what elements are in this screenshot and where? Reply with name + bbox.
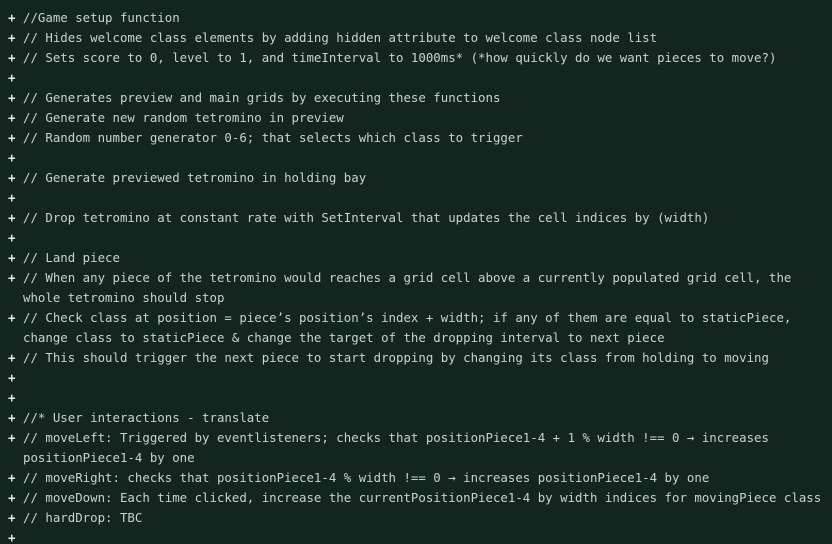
code-text: // hardDrop: TBC [23,510,143,525]
diff-line: + // Drop tetromino at constant rate with… [0,208,832,228]
diff-line: + // Random number generator 0-6; that se… [0,128,832,148]
diff-line: + [0,368,832,388]
diff-view: + //Game setup function + // Hides welcome … [0,0,832,544]
added-line-marker: + [8,150,16,165]
added-line-marker: + [8,350,16,365]
added-line-marker: + [8,390,16,405]
added-line-marker: + [8,110,16,125]
code-text: // This should trigger the next piece to… [23,350,769,365]
code-text: // moveRight: checks that positionPiece1… [23,470,710,485]
added-line-marker: + [8,170,16,185]
diff-line: + // Check class at position = piece’s po… [0,308,832,348]
diff-line: + // moveLeft: Triggered by eventlistener… [0,428,832,468]
added-line-marker: + [8,50,16,65]
diff-line: + // Generate previewed tetromino in hold… [0,168,832,188]
added-line-marker: + [8,10,16,25]
added-line-marker: + [8,370,16,385]
diff-line: + // hardDrop: TBC [0,508,832,528]
added-line-marker: + [8,30,16,45]
code-text: // Check class at position = piece’s pos… [23,310,799,345]
added-line-marker: + [8,430,16,445]
diff-line: + // moveDown: Each time clicked, increas… [0,488,832,508]
code-text: // moveDown: Each time clicked, increase… [23,490,822,505]
code-text: // Random number generator 0-6; that sel… [23,130,523,145]
added-line-marker: + [8,410,16,425]
added-line-marker: + [8,310,16,325]
added-line-marker: + [8,130,16,145]
diff-line: + // Hides welcome class elements by addi… [0,28,832,48]
code-text: // When any piece of the tetromino would… [23,270,799,305]
diff-line: + [0,528,832,544]
code-text: // Hides welcome class elements by addin… [23,30,658,45]
diff-line: + [0,68,832,88]
diff-line: + [0,228,832,248]
code-text: //Game setup function [23,10,180,25]
code-text: // Generates preview and main grids by e… [23,90,501,105]
code-text: // Drop tetromino at constant rate with … [23,210,710,225]
code-text: // Sets score to 0, level to 1, and time… [23,50,777,65]
diff-line: + // Land piece [0,248,832,268]
code-text: // moveLeft: Triggered by eventlisteners… [23,430,777,465]
diff-line: + [0,148,832,168]
code-text: // Land piece [23,250,120,265]
diff-line: + [0,388,832,408]
code-text: // Generate new random tetromino in prev… [23,110,344,125]
added-line-marker: + [8,210,16,225]
diff-line: + //Game setup function [0,8,832,28]
added-line-marker: + [8,250,16,265]
added-line-marker: + [8,230,16,245]
code-text: //* User interactions - translate [23,410,270,425]
diff-line: + // moveRight: checks that positionPiece… [0,468,832,488]
added-line-marker: + [8,530,16,544]
code-text: // Generate previewed tetromino in holdi… [23,170,367,185]
diff-line: + // Generates preview and main grids by … [0,88,832,108]
added-line-marker: + [8,190,16,205]
added-line-marker: + [8,270,16,285]
diff-line: + [0,188,832,208]
added-line-marker: + [8,70,16,85]
added-line-marker: + [8,470,16,485]
diff-line: + // Generate new random tetromino in pre… [0,108,832,128]
added-line-marker: + [8,90,16,105]
diff-line: + // When any piece of the tetromino woul… [0,268,832,308]
diff-line: + //* User interactions - translate [0,408,832,428]
added-line-marker: + [8,510,16,525]
diff-line: + // Sets score to 0, level to 1, and tim… [0,48,832,68]
diff-line: + // This should trigger the next piece t… [0,348,832,368]
added-line-marker: + [8,490,16,505]
